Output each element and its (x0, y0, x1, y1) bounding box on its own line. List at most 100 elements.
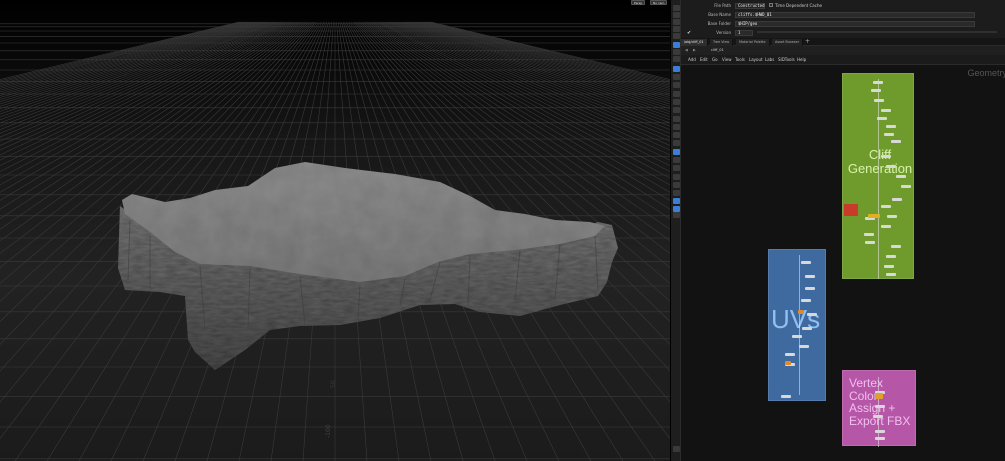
network-node[interactable] (873, 81, 883, 84)
time-dependent-checkbox[interactable] (769, 3, 773, 7)
network-node[interactable] (799, 345, 809, 348)
network-node-selected[interactable] (868, 214, 880, 218)
add-tab-icon[interactable]: + (805, 38, 810, 45)
viewport-tool-icon[interactable] (673, 74, 680, 80)
viewport-tool-icon[interactable] (673, 149, 680, 155)
viewport-tool-icon[interactable] (673, 165, 680, 171)
network-path[interactable]: cliff_01 (711, 46, 724, 55)
network-node[interactable] (792, 335, 802, 338)
network-node[interactable] (886, 165, 896, 168)
network-node[interactable] (801, 261, 811, 264)
network-node[interactable] (871, 89, 881, 92)
network-node[interactable] (891, 245, 901, 248)
menu-sidtools[interactable]: SIDTools (778, 55, 795, 65)
network-node[interactable] (865, 241, 875, 244)
viewport-tool-icon[interactable] (673, 49, 680, 55)
network-node[interactable] (873, 415, 883, 418)
menu-edit[interactable]: Edit (700, 55, 708, 65)
network-node[interactable] (884, 133, 894, 136)
viewport-tool-icon[interactable] (673, 140, 680, 146)
viewport-tool-icon[interactable] (673, 116, 680, 122)
viewport-tool-icon[interactable] (673, 91, 680, 97)
version-label: Version (716, 30, 731, 35)
viewport-tool-icon[interactable] (673, 5, 680, 11)
menu-add[interactable]: Add (688, 55, 696, 65)
tab-tree-view[interactable]: Tree View (710, 39, 734, 46)
tab-network[interactable]: /obj/cliff_01 (681, 39, 708, 46)
network-node[interactable] (874, 99, 884, 102)
menu-labs[interactable]: Labs (765, 55, 774, 65)
viewport-tool-icon[interactable] (673, 56, 680, 62)
base-folder-field[interactable]: $HIP/geo (735, 20, 975, 27)
tab-asset-browser[interactable]: Asset Browser (772, 39, 804, 46)
cliff-geometry (118, 162, 618, 370)
menu-layout[interactable]: Layout (749, 55, 763, 65)
viewport-tool-icon[interactable] (673, 174, 680, 180)
viewport-tool-icon[interactable] (673, 182, 680, 188)
network-node[interactable] (881, 155, 891, 158)
network-node-rop[interactable] (875, 393, 883, 399)
camera-select-button[interactable]: No cam (650, 0, 668, 5)
menu-help[interactable]: Help (797, 55, 806, 65)
version-slider[interactable] (757, 31, 997, 33)
viewport-tool-icon[interactable] (673, 66, 680, 72)
menu-view[interactable]: View (722, 55, 732, 65)
menu-go[interactable]: Go (712, 55, 718, 65)
network-node[interactable] (886, 273, 896, 276)
network-node[interactable] (886, 255, 896, 258)
network-node[interactable] (877, 117, 887, 120)
viewport-tool-icon[interactable] (673, 132, 680, 138)
network-node[interactable] (864, 233, 874, 236)
base-name-row: Base Name cliffs.$HWD_01 (681, 10, 1005, 19)
network-box-uvs[interactable]: UVs (768, 249, 826, 401)
viewport-tool-icon[interactable] (673, 157, 680, 163)
network-node[interactable] (785, 353, 795, 356)
network-node[interactable] (896, 175, 906, 178)
network-box-vertex-color[interactable]: Vertex Color Assign + Export FBX (842, 370, 916, 446)
base-name-field[interactable]: cliffs.$HWD_01 (735, 11, 975, 18)
network-node[interactable] (801, 299, 811, 302)
camera-persp-button[interactable]: Persp (631, 0, 646, 5)
viewport-tool-icon[interactable] (673, 99, 680, 105)
network-node[interactable] (875, 430, 885, 433)
viewport-tool-icon[interactable] (673, 124, 680, 130)
viewport-tool-icon[interactable] (673, 212, 680, 218)
viewport-tool-icon[interactable] (673, 26, 680, 32)
network-node[interactable] (881, 225, 891, 228)
network-node[interactable] (875, 437, 885, 440)
network-node[interactable] (805, 287, 815, 290)
network-node[interactable] (781, 395, 791, 398)
viewport-tool-icon[interactable] (673, 198, 680, 204)
viewport-tool-icon[interactable] (673, 82, 680, 88)
menu-tools[interactable]: Tools (735, 55, 745, 65)
3d-viewport[interactable]: Persp No cam -100 50 (0, 0, 670, 461)
tab-material-palette[interactable]: Material Palette (736, 39, 770, 46)
version-field[interactable]: 1 (735, 29, 753, 36)
network-node[interactable] (892, 198, 902, 201)
network-node[interactable] (807, 313, 817, 316)
viewport-tool-icon[interactable] (673, 42, 680, 48)
network-node-error[interactable] (844, 204, 858, 216)
network-node[interactable] (901, 185, 911, 188)
viewport-tool-icon[interactable] (673, 19, 680, 25)
viewport-tool-icon[interactable] (673, 12, 680, 18)
network-node[interactable] (884, 265, 894, 268)
viewport-tool-icon[interactable] (673, 446, 680, 452)
forward-icon[interactable]: ▶ (693, 46, 696, 55)
network-editor[interactable]: Geometry Cliff Generation UVs Vertex Col… (681, 65, 1005, 461)
network-node[interactable] (805, 275, 815, 278)
network-node[interactable] (887, 215, 897, 218)
file-path-mode-select[interactable]: Constructed (735, 2, 765, 9)
network-node-highlight[interactable] (798, 310, 804, 314)
back-icon[interactable]: ◀ (685, 46, 688, 55)
network-node-highlight[interactable] (785, 361, 791, 365)
viewport-tool-icon[interactable] (673, 33, 680, 39)
viewport-tool-icon[interactable] (673, 190, 680, 196)
network-node[interactable] (886, 125, 896, 128)
network-node[interactable] (891, 140, 901, 143)
network-node[interactable] (881, 205, 891, 208)
viewport-tool-icon[interactable] (673, 107, 680, 113)
network-node[interactable] (802, 327, 812, 330)
network-node[interactable] (875, 405, 885, 408)
network-node[interactable] (881, 109, 891, 112)
